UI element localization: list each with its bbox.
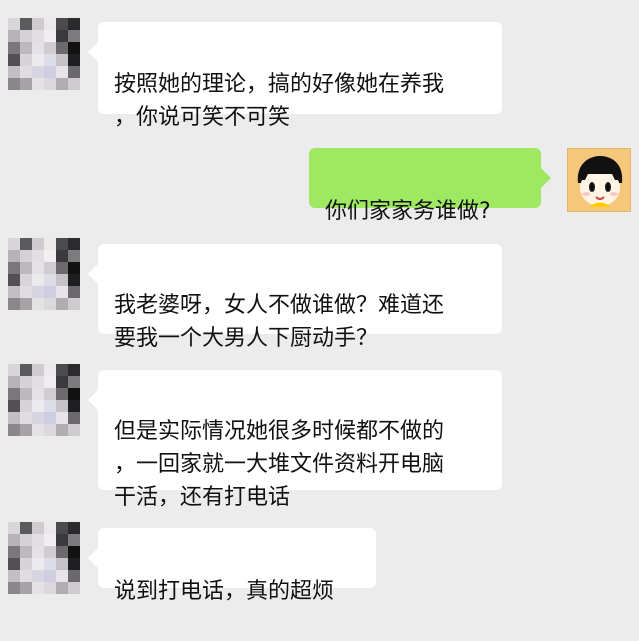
contact-avatar-icon[interactable] (8, 238, 80, 310)
message-text: 按照她的理论，搞的好像她在养我 ，你说可笑不可笑 (114, 72, 445, 130)
message-bubble[interactable]: 但是实际情况她很多时候都不做的 ，一回家就一大堆文件资料开电脑 干活，还有打电话 (88, 370, 502, 510)
user-avatar-icon[interactable] (567, 148, 631, 212)
message-bubble[interactable]: 我老婆呀，女人不做谁做？难道还 要我一个大男人下厨动手？ (88, 244, 502, 351)
contact-avatar-icon[interactable] (8, 364, 80, 436)
message-bubble[interactable]: 按照她的理论，搞的好像她在养我 ，你说可笑不可笑 (88, 22, 502, 130)
message-bubble[interactable]: 说到打电话，真的超烦 (88, 528, 376, 604)
chat-area: 按照她的理论，搞的好像她在养我 ，你说可笑不可笑 你们家家务谁做? 我老婆呀，女… (0, 0, 639, 604)
message-text: 说到打电话，真的超烦 (114, 579, 335, 604)
contact-avatar-icon[interactable] (8, 522, 80, 594)
message-text: 但是实际情况她很多时候都不做的 ，一回家就一大堆文件资料开电脑 干活，还有打电话 (114, 419, 445, 510)
message-text: 你们家家务谁做? (325, 199, 491, 224)
sent-message-bubble[interactable]: 你们家家务谁做? (309, 148, 551, 224)
contact-avatar-icon[interactable] (8, 18, 80, 90)
message-text: 我老婆呀，女人不做谁做？难道还 要我一个大男人下厨动手？ (114, 293, 445, 351)
